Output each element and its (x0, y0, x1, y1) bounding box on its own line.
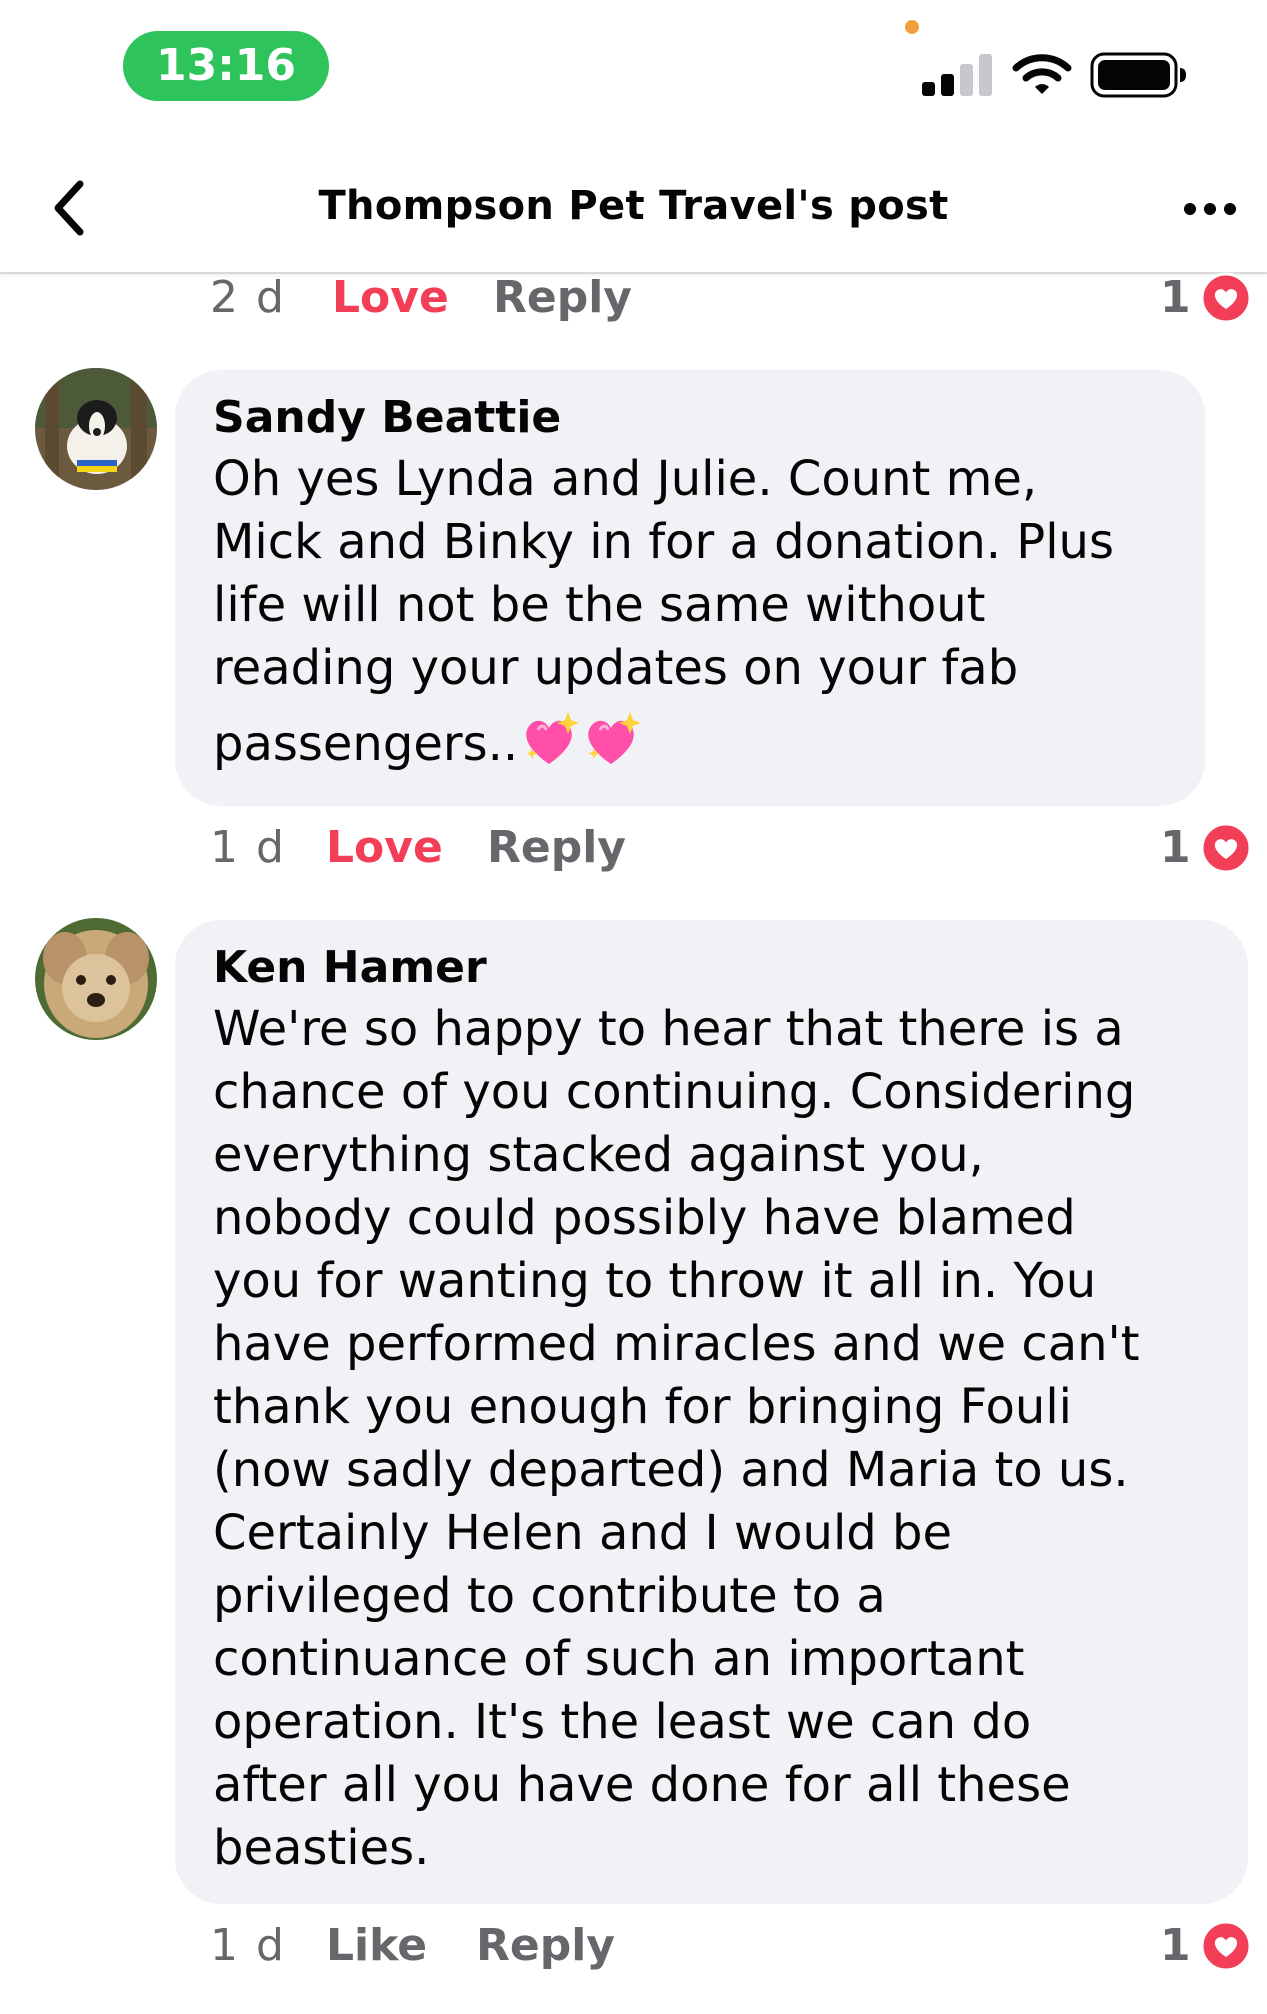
comment-actions: 1 d Love Reply (210, 816, 730, 880)
comment-text-last-line: passengers.. (213, 708, 642, 776)
comment-text-lines: Oh yes Lynda and Julie. Count me, Mick a… (213, 451, 1114, 696)
more-dots-icon (1204, 203, 1216, 215)
wifi-icon (1012, 54, 1072, 94)
reply-button[interactable]: Reply (487, 816, 626, 880)
dog-avatar-image (35, 368, 157, 490)
back-button[interactable] (44, 176, 96, 240)
reply-button[interactable]: Reply (476, 1914, 615, 1978)
reply-button[interactable]: Reply (493, 266, 632, 330)
comment-author[interactable]: Sandy Beattie (213, 388, 1175, 448)
comment-bubble: Sandy Beattie Oh yes Lynda and Julie. Co… (175, 370, 1205, 806)
like-button[interactable]: Like (326, 1914, 427, 1978)
comment-author[interactable]: Ken Hamer (213, 938, 1218, 998)
love-reaction-icon (1200, 1920, 1252, 1972)
dog-avatar-image (35, 918, 157, 1040)
reaction-count: 1 (1160, 1920, 1191, 1971)
status-time: 13:16 (123, 31, 329, 101)
comment-actions: 1 d Like Reply (210, 1914, 730, 1978)
comment-text: We're so happy to hear that there is a c… (213, 1001, 1140, 1876)
post-header: Thompson Pet Travel's post (0, 150, 1267, 274)
avatar[interactable] (35, 918, 157, 1040)
reaction-summary[interactable]: 1 (1160, 266, 1256, 330)
love-button[interactable]: Love (326, 816, 443, 880)
love-reaction-icon (1200, 272, 1252, 324)
comment-timestamp: 2 d (210, 272, 286, 323)
page-title: Thompson Pet Travel's post (318, 183, 949, 229)
privacy-indicator-dot (905, 20, 919, 34)
reaction-summary[interactable]: 1 (1160, 1914, 1256, 1978)
comment-actions: 2 d Love Reply (210, 266, 730, 330)
sparkling-heart-emoji (526, 712, 580, 764)
more-dots-icon (1184, 203, 1196, 215)
signal-icon (922, 54, 994, 96)
reaction-count: 1 (1160, 272, 1191, 323)
comment-bubble: Ken Hamer We're so happy to hear that th… (175, 920, 1248, 1904)
reaction-summary[interactable]: 1 (1160, 816, 1256, 880)
sparkling-heart-emoji (588, 712, 642, 764)
love-button[interactable]: Love (332, 266, 449, 330)
more-options-button[interactable] (1180, 194, 1240, 224)
love-reaction-icon (1200, 822, 1252, 874)
avatar[interactable] (35, 368, 157, 490)
battery-icon (1090, 52, 1186, 98)
comment-text: Oh yes Lynda and Julie. Count me, Mick a… (213, 448, 1175, 776)
comment-timestamp: 1 d (210, 1920, 286, 1971)
chevron-left-icon (54, 180, 84, 236)
comment-timestamp: 1 d (210, 822, 286, 873)
reaction-count: 1 (1160, 822, 1191, 873)
comment-text-tail: passengers.. (213, 716, 519, 772)
status-bar: 13:16 (0, 0, 1267, 130)
more-dots-icon (1224, 203, 1236, 215)
